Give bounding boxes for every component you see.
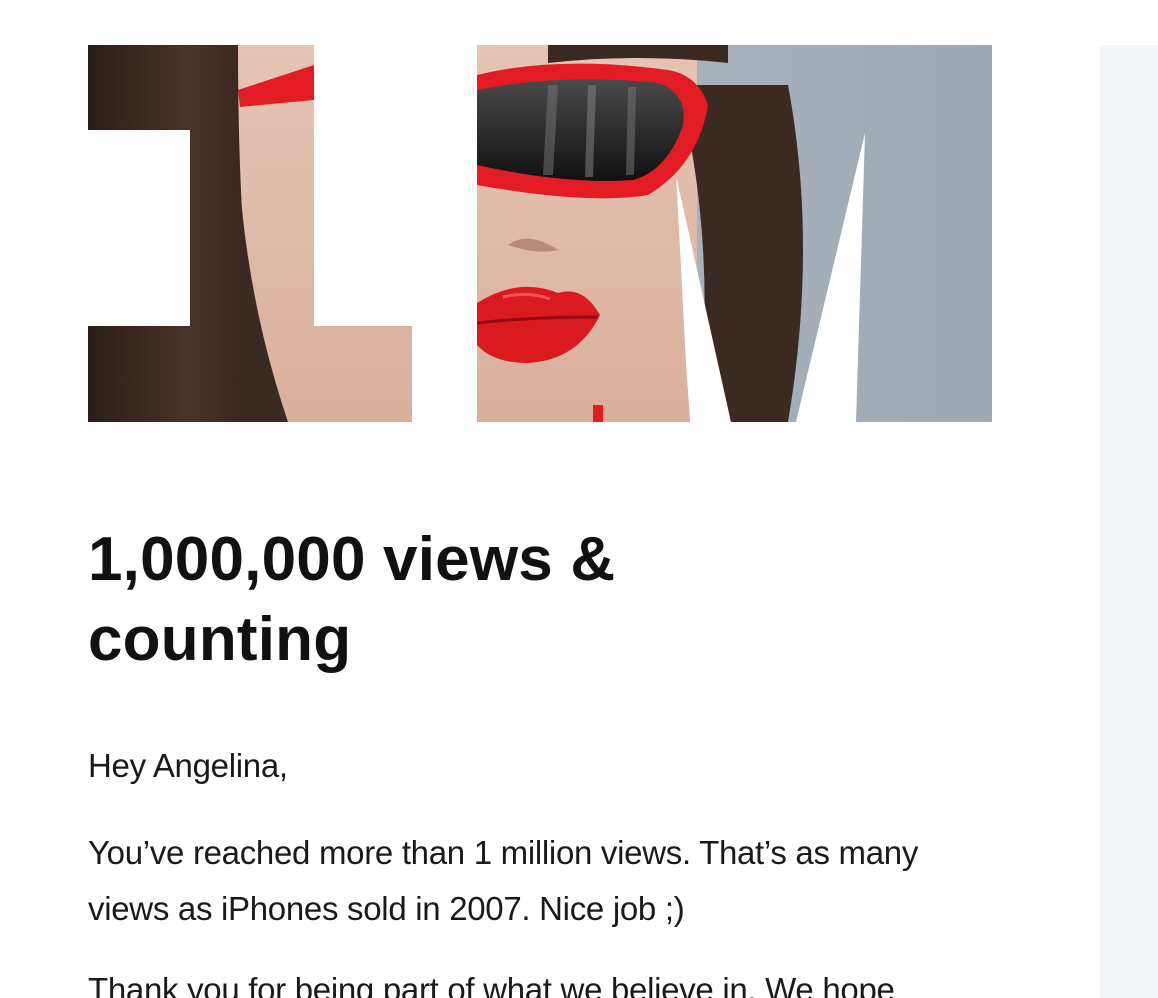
email-page: 1,000,000 views & counting Hey Angelina,… bbox=[0, 0, 1158, 998]
greeting-text: Hey Angelina, bbox=[88, 747, 288, 784]
body-paragraph: You’ve reached more than 1 million views… bbox=[88, 834, 919, 927]
hero-1m-image bbox=[88, 45, 992, 422]
side-panel bbox=[1100, 45, 1158, 998]
hero-1m-graphic bbox=[88, 45, 992, 422]
email-headline: 1,000,000 views & counting bbox=[88, 525, 616, 674]
body-paragraph: Thank you for being part of what we beli… bbox=[88, 971, 895, 998]
